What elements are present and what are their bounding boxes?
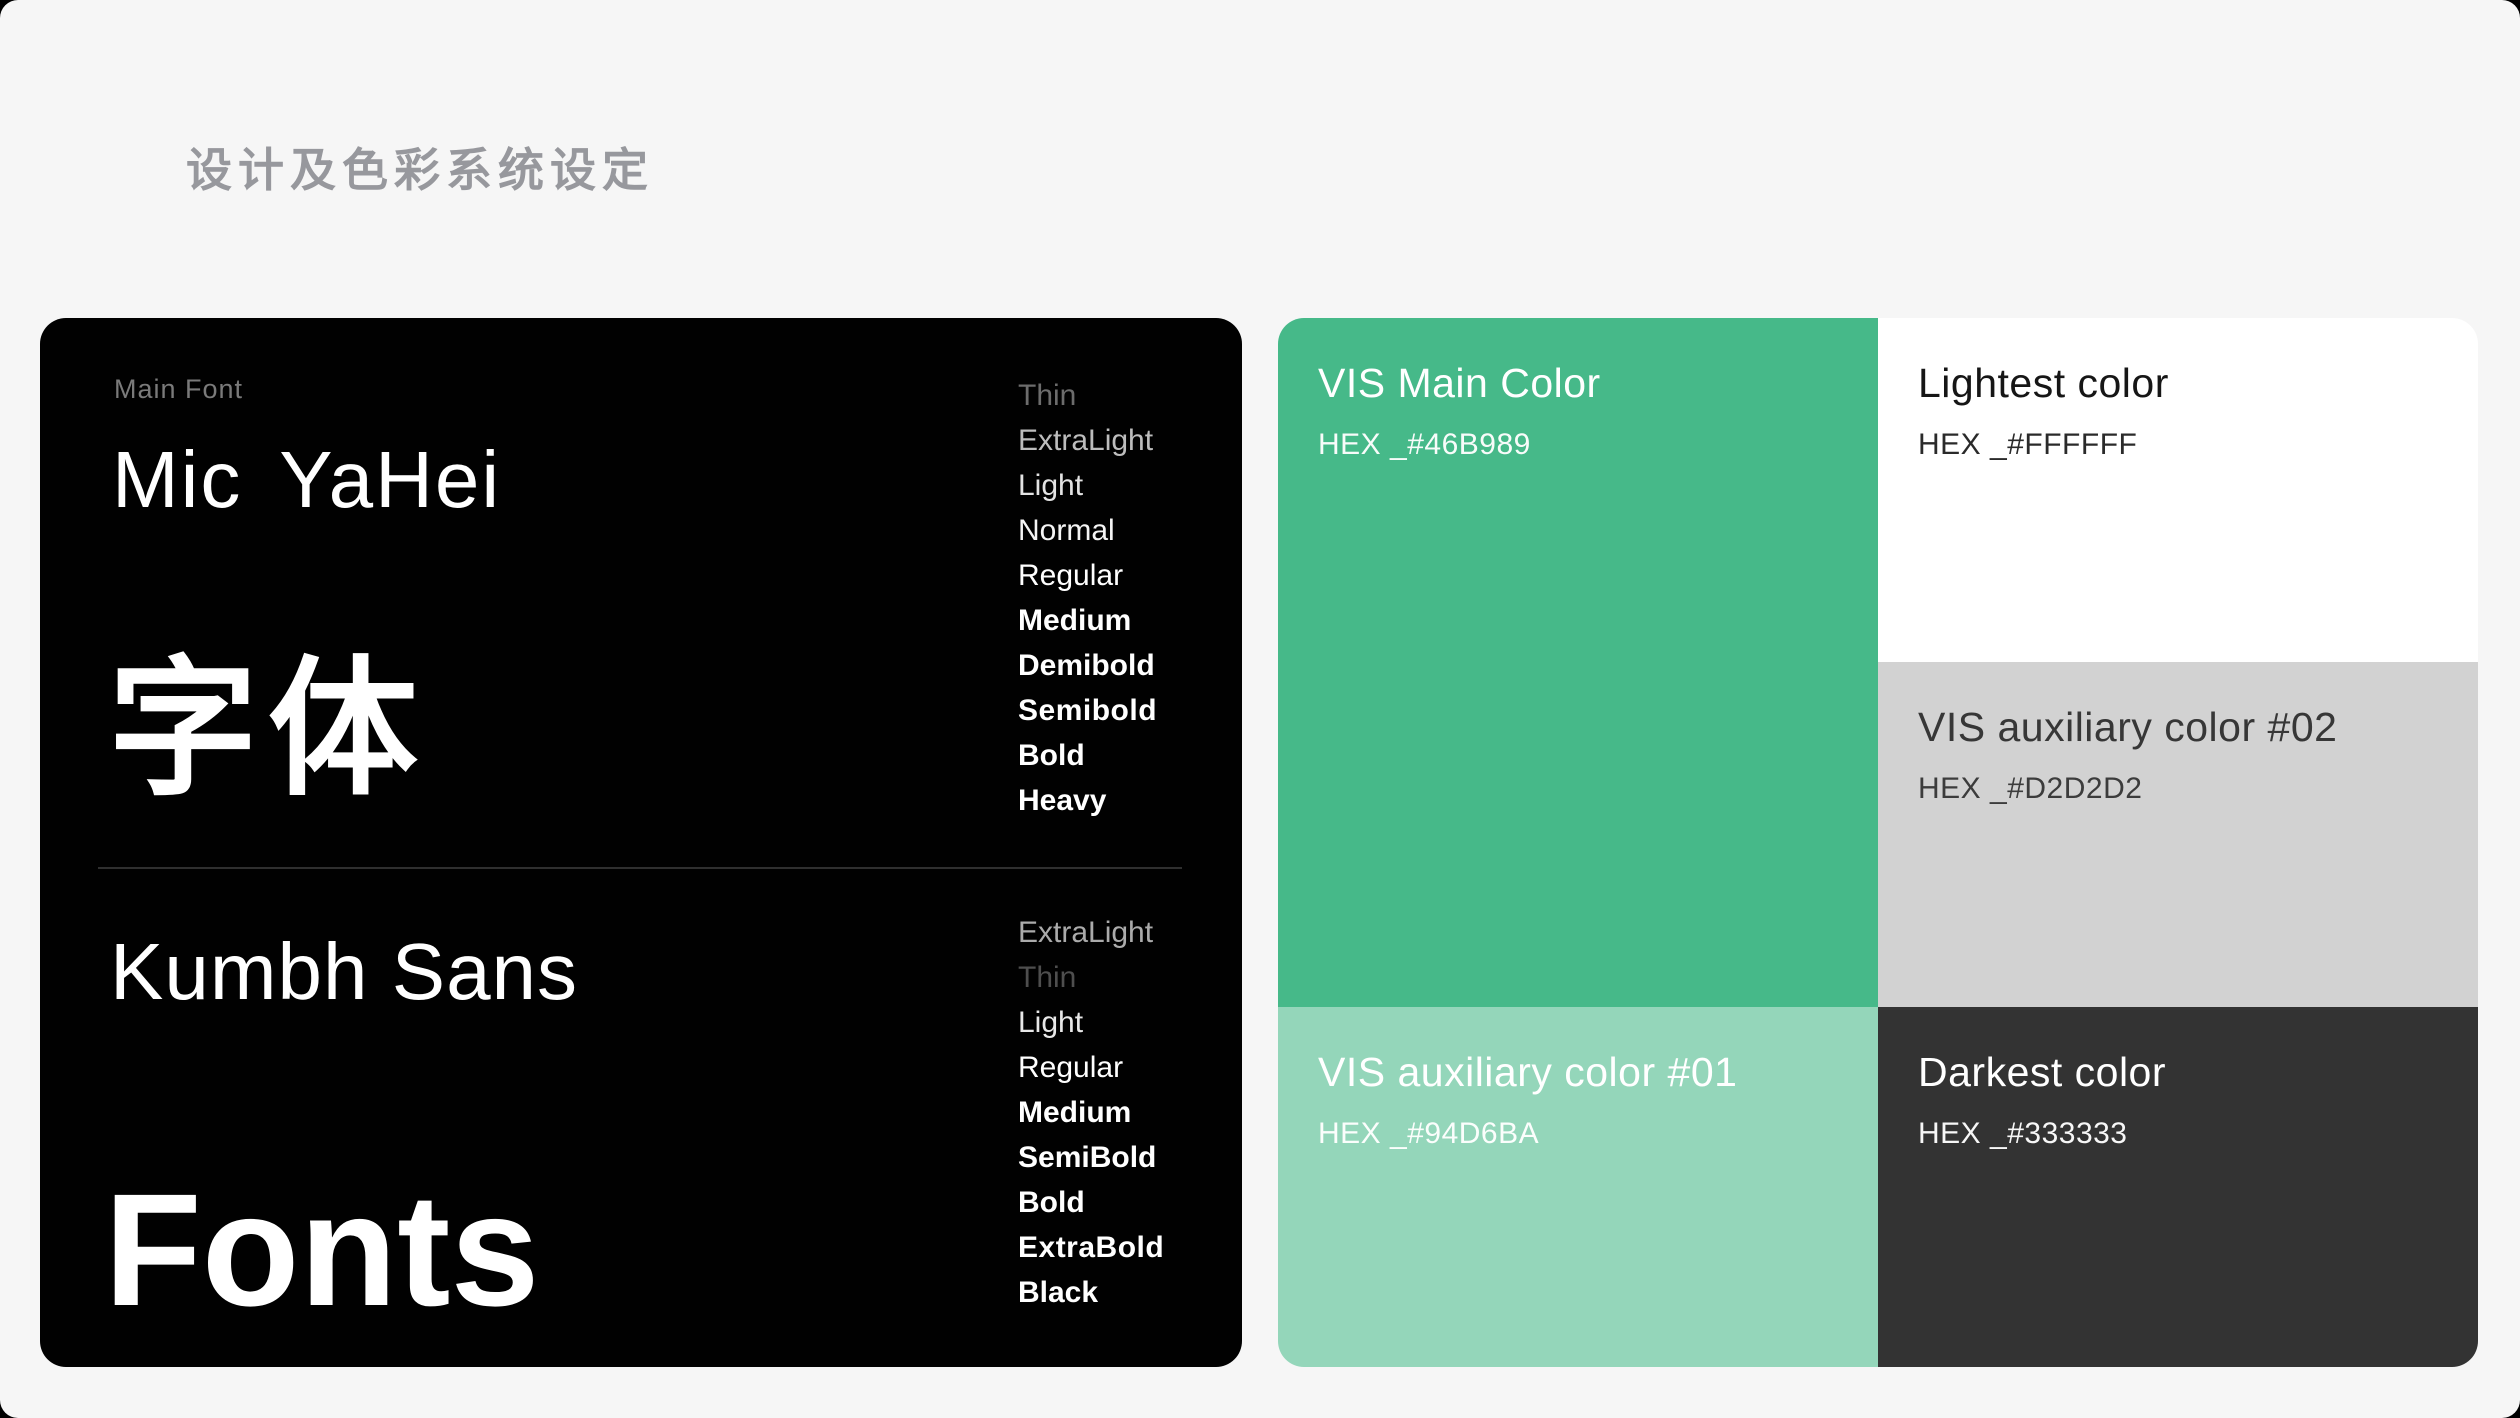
- page-title: 设计及色彩系统设定: [186, 144, 654, 196]
- weight-item: ExtraBold: [1018, 1231, 1165, 1264]
- weight-item: Heavy: [1018, 784, 1107, 817]
- color-tile-title: VIS auxiliary color #02: [1918, 704, 2338, 750]
- color-tile-aux-01: VIS auxiliary color #01 HEX _#94D6BA: [1278, 1007, 1878, 1367]
- font-specimen-latin: Fonts: [104, 1160, 540, 1339]
- color-tile-lightest: Lightest color HEX _#FFFFFF: [1878, 318, 2478, 662]
- font-specimen-card: Main Font Mic YaHei 字体 Thin ExtraLight L…: [40, 318, 1242, 1367]
- color-tile-vis-main: VIS Main Color HEX _#46B989: [1278, 318, 1878, 1007]
- color-tile-hex: HEX _#46B989: [1318, 428, 1531, 461]
- weight-item: Thin: [1018, 379, 1077, 412]
- color-tile-title: Darkest color: [1918, 1049, 2167, 1095]
- font-name-primary: Mic YaHei: [112, 435, 502, 524]
- main-font-label: Main Font: [114, 374, 244, 404]
- weight-list-primary: Thin ExtraLight Light Normal Regular Med…: [1018, 373, 1157, 823]
- color-tile-hex: HEX _#333333: [1918, 1117, 2128, 1150]
- card-divider: [98, 867, 1182, 869]
- weight-item: Regular: [1018, 1051, 1124, 1084]
- weight-item: Light: [1018, 1006, 1084, 1039]
- weight-item: ExtraLight: [1018, 916, 1154, 949]
- weight-item: Regular: [1018, 559, 1124, 592]
- weight-item: Medium: [1018, 1096, 1132, 1129]
- color-tile-title: VIS Main Color: [1318, 360, 1601, 406]
- color-tile-title: Lightest color: [1918, 360, 2169, 406]
- weight-item: Bold: [1018, 1186, 1085, 1219]
- weight-item: Bold: [1018, 739, 1085, 772]
- color-tile-aux-02: VIS auxiliary color #02 HEX _#D2D2D2: [1878, 662, 2478, 1007]
- color-tile-title: VIS auxiliary color #01: [1318, 1049, 1738, 1095]
- color-tile-hex: HEX _#D2D2D2: [1918, 772, 2143, 805]
- color-tile-hex: HEX _#94D6BA: [1318, 1117, 1540, 1150]
- color-tile-darkest: Darkest color HEX _#333333: [1878, 1007, 2478, 1367]
- weight-item: ExtraLight: [1018, 424, 1154, 457]
- design-spec-page: 设计及色彩系统设定 Main Font Mic YaHei 字体 Thin Ex…: [0, 0, 2520, 1418]
- font-specimen-chinese: 字体: [108, 645, 429, 813]
- weight-list-secondary: ExtraLight Thin Light Regular Medium Sem…: [1018, 910, 1164, 1315]
- weight-item: Demibold: [1018, 649, 1155, 682]
- weight-item: SemiBold: [1018, 1141, 1157, 1174]
- weight-item: Semibold: [1018, 694, 1158, 727]
- weight-item: Medium: [1018, 604, 1132, 637]
- color-tile-hex: HEX _#FFFFFF: [1918, 428, 2138, 461]
- weight-item: Light: [1018, 469, 1084, 502]
- font-name-secondary: Kumbh Sans: [110, 927, 579, 1016]
- weight-item: Thin: [1018, 961, 1077, 994]
- color-swatch-grid: VIS Main Color HEX _#46B989 Lightest col…: [1278, 318, 2478, 1367]
- weight-item: Black: [1018, 1276, 1099, 1309]
- weight-item: Normal: [1018, 514, 1115, 547]
